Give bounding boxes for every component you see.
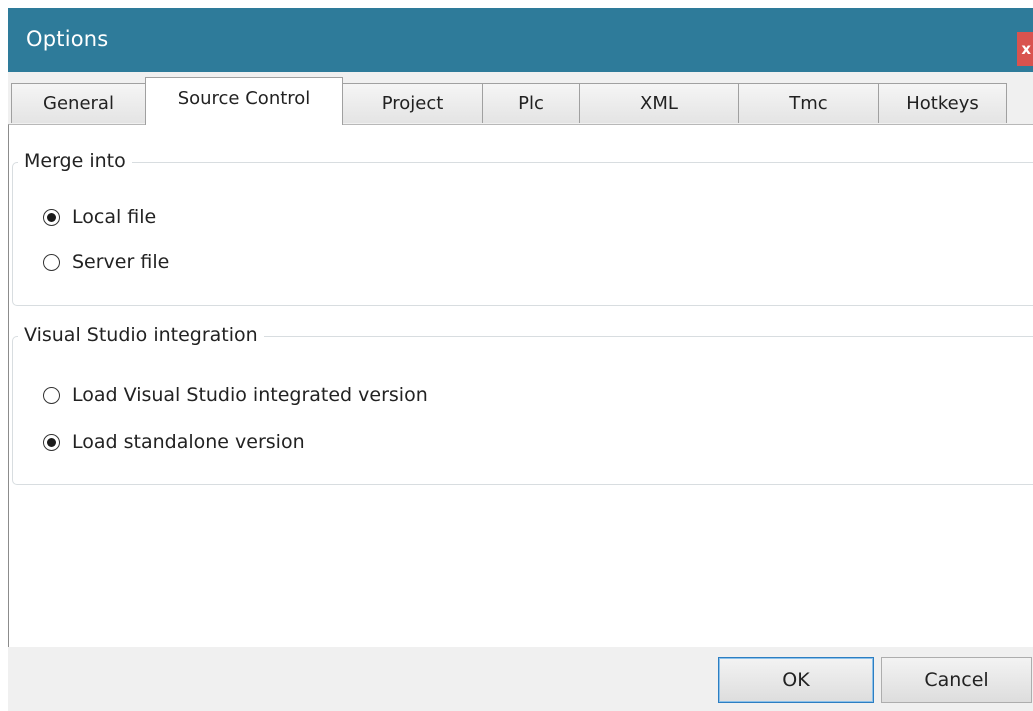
tab-general[interactable]: General <box>11 83 146 123</box>
vs-integration-title: Visual Studio integration <box>18 324 264 346</box>
ok-label: OK <box>782 669 810 691</box>
tab-tmc[interactable]: Tmc <box>738 83 879 123</box>
radio-server-file[interactable]: Server file <box>43 251 169 273</box>
tab-label: Hotkeys <box>906 93 979 114</box>
tab-plc[interactable]: Plc <box>482 83 580 123</box>
vs-integration-group: Visual Studio integration Load Visual St… <box>12 324 1033 485</box>
merge-into-title: Merge into <box>18 150 132 172</box>
radio-vs-integrated[interactable]: Load Visual Studio integrated version <box>43 384 428 406</box>
tab-source-control[interactable]: Source Control <box>145 77 343 125</box>
tab-hotkeys[interactable]: Hotkeys <box>878 83 1007 123</box>
radio-local-file[interactable]: Local file <box>43 206 156 228</box>
radio-button-unchecked[interactable] <box>43 386 60 404</box>
tab-strip: General Source Control Project Plc XML T… <box>8 72 1033 125</box>
tab-label: Project <box>381 93 444 114</box>
radio-label: Server file <box>72 251 170 273</box>
button-bar: OK Cancel <box>8 647 1033 711</box>
radio-label: Load Visual Studio integrated version <box>72 384 428 406</box>
radio-label: Local file <box>72 206 157 228</box>
cancel-label: Cancel <box>924 669 989 691</box>
window-title: Options <box>26 27 109 51</box>
radio-label: Load standalone version <box>72 431 305 453</box>
merge-into-group: Merge into Local file Server file <box>12 150 1033 306</box>
tab-content-source-control: Merge into Local file Server file Visual… <box>8 124 1033 647</box>
radio-button-checked[interactable] <box>43 208 60 226</box>
radio-button-checked[interactable] <box>43 433 60 451</box>
close-icon: x <box>1021 40 1031 58</box>
radio-standalone[interactable]: Load standalone version <box>43 431 305 453</box>
tab-label: Tmc <box>789 93 828 114</box>
tab-label: Plc <box>518 93 544 114</box>
tab-label: XML <box>640 93 678 114</box>
tab-project[interactable]: Project <box>342 83 483 123</box>
title-bar[interactable]: Options x <box>8 8 1033 72</box>
options-dialog: Options x General Source Control Project… <box>8 8 1033 711</box>
ok-button[interactable]: OK <box>718 657 874 703</box>
tab-label: Source Control <box>177 88 311 109</box>
close-button[interactable]: x <box>1017 32 1033 66</box>
cancel-button[interactable]: Cancel <box>881 657 1032 703</box>
radio-button-unchecked[interactable] <box>43 253 60 271</box>
tab-label: General <box>43 93 114 114</box>
tab-xml[interactable]: XML <box>579 83 739 123</box>
